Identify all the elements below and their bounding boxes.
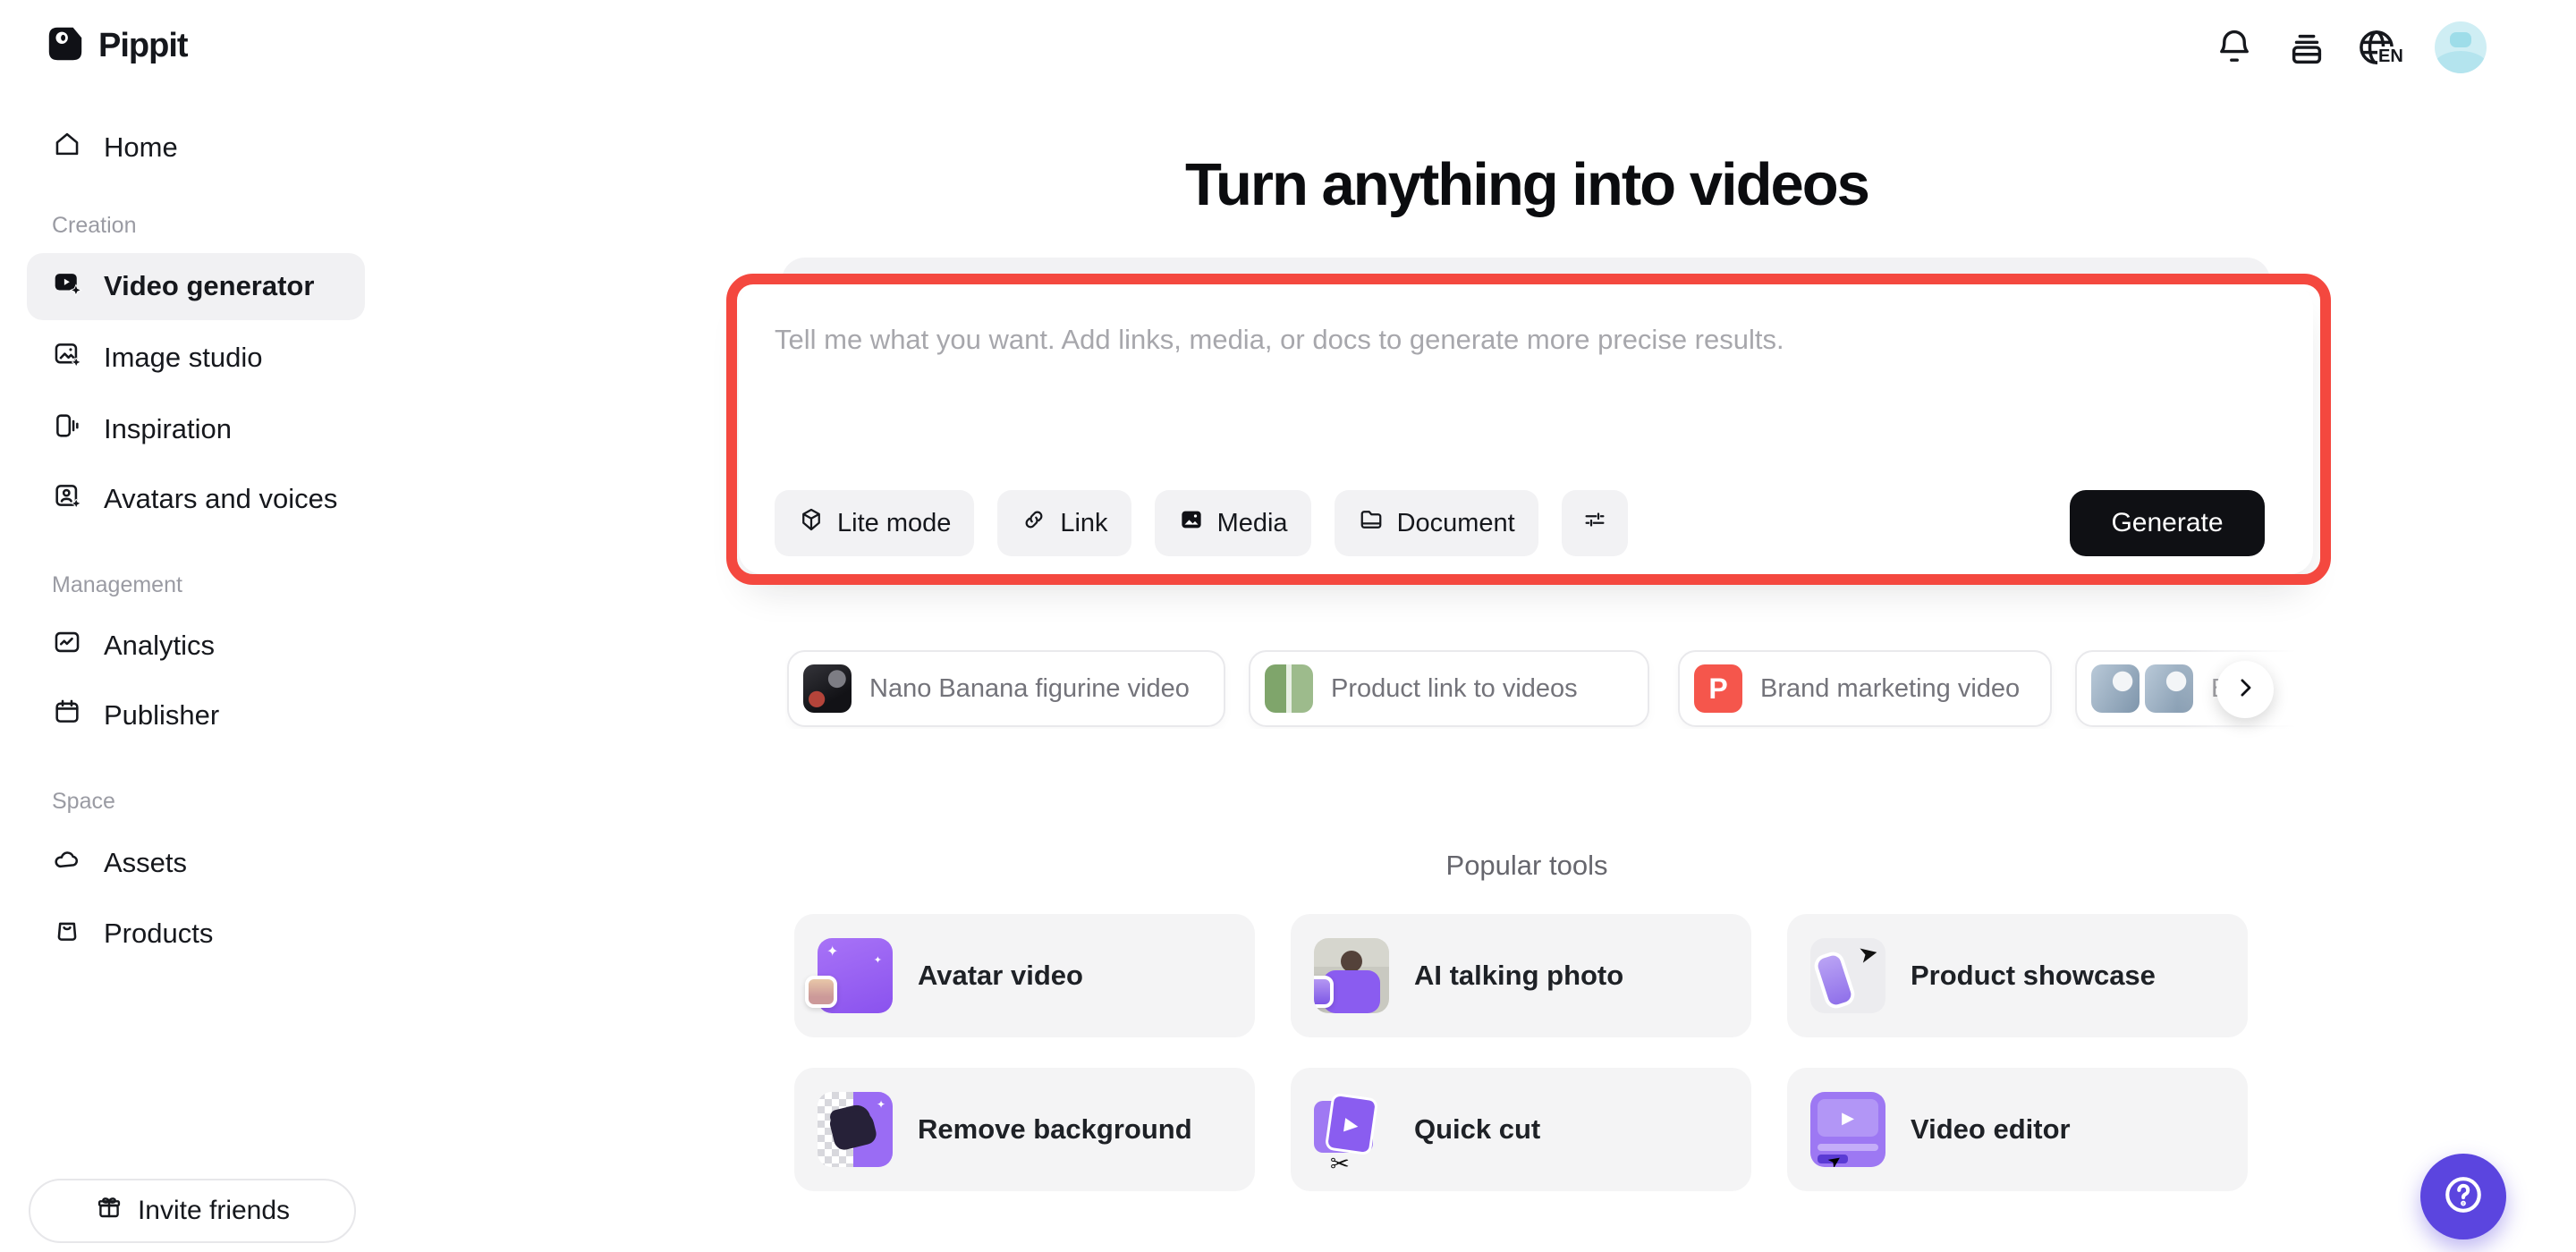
link-button[interactable]: Link bbox=[997, 490, 1131, 556]
tool-thumbnail: ➤ bbox=[1810, 938, 1885, 1013]
sidebar-item-avatars-and-voices[interactable]: Avatars and voices bbox=[52, 466, 337, 532]
tool-label: Avatar video bbox=[918, 960, 1083, 991]
prompt-input[interactable] bbox=[775, 324, 2259, 458]
app-logo[interactable]: Pippit bbox=[45, 23, 189, 69]
popular-tools-title: Popular tools bbox=[1445, 850, 1608, 881]
sidebar-section-creation: Creation bbox=[52, 213, 137, 238]
orders-tray-icon[interactable] bbox=[2286, 29, 2327, 74]
tool-thumbnail bbox=[1314, 938, 1389, 1013]
lite-mode-label: Lite mode bbox=[837, 508, 952, 537]
sidebar-item-label: Home bbox=[104, 131, 178, 163]
chip-thumbnail: P bbox=[1694, 664, 1742, 713]
tool-label: Product showcase bbox=[1911, 960, 2156, 991]
invite-friends-button[interactable]: Invite friends bbox=[29, 1179, 356, 1243]
gift-icon bbox=[95, 1193, 123, 1229]
scissors-icon: ✂ bbox=[1330, 1150, 1350, 1177]
chip-thumbnail bbox=[803, 664, 852, 713]
sidebar-item-label: Assets bbox=[104, 847, 188, 878]
assets-cloud-icon bbox=[52, 844, 82, 882]
sidebar-item-image-studio[interactable]: Image studio bbox=[52, 325, 263, 391]
sidebar-item-label: Video generator bbox=[104, 270, 315, 301]
chevron-right-icon bbox=[2232, 674, 2258, 706]
document-button[interactable]: Document bbox=[1334, 490, 1538, 556]
avatars-voices-icon bbox=[52, 480, 82, 518]
tool-thumbnail: ✦ ✦ bbox=[805, 938, 893, 1013]
tool-card-product-showcase[interactable]: ➤ Product showcase bbox=[1787, 914, 2248, 1037]
sidebar-item-label: Publisher bbox=[104, 699, 220, 731]
tool-card-quick-cut[interactable]: ▶ ✂ Quick cut bbox=[1291, 1068, 1751, 1191]
tool-label: Quick cut bbox=[1414, 1113, 1541, 1145]
sidebar-item-label: Avatars and voices bbox=[104, 483, 338, 514]
products-bag-icon bbox=[52, 915, 82, 952]
cube-icon bbox=[798, 506, 825, 540]
invite-friends-label: Invite friends bbox=[137, 1196, 291, 1225]
sidebar-item-label: Image studio bbox=[104, 342, 263, 373]
chip-label: Nano Banana figurine video bbox=[869, 673, 1190, 703]
tool-label: Video editor bbox=[1911, 1113, 2071, 1145]
chip-label: Brand marketing video bbox=[1760, 673, 2021, 703]
sidebar-section-management: Management bbox=[52, 572, 182, 597]
home-icon bbox=[52, 129, 82, 166]
pippit-logo-icon bbox=[45, 23, 86, 69]
tool-thumbnail: ✦ bbox=[818, 1092, 893, 1167]
lite-mode-button[interactable]: Lite mode bbox=[775, 490, 975, 556]
help-button[interactable] bbox=[2420, 1154, 2506, 1239]
advanced-settings-button[interactable] bbox=[1561, 490, 1628, 556]
link-icon bbox=[1021, 506, 1047, 540]
publisher-calendar-icon bbox=[52, 697, 82, 734]
sidebar-item-analytics[interactable]: Analytics bbox=[52, 613, 215, 679]
notifications-bell-icon[interactable] bbox=[2213, 25, 2256, 72]
sidebar-item-publisher[interactable]: Publisher bbox=[52, 682, 219, 749]
sidebar-section-space: Space bbox=[52, 789, 115, 814]
sidebar-item-home[interactable]: Home bbox=[52, 114, 178, 181]
media-button[interactable]: Media bbox=[1154, 490, 1311, 556]
tool-label: AI talking photo bbox=[1414, 960, 1624, 991]
video-generator-icon bbox=[52, 267, 82, 305]
link-label: Link bbox=[1060, 508, 1108, 537]
user-avatar[interactable] bbox=[2435, 21, 2487, 73]
analytics-icon bbox=[52, 627, 82, 664]
chip-label: Product link to videos bbox=[1331, 673, 1578, 703]
media-label: Media bbox=[1216, 508, 1288, 537]
document-label: Document bbox=[1396, 508, 1515, 537]
sidebar-item-assets[interactable]: Assets bbox=[52, 830, 187, 896]
sidebar-item-label: Inspiration bbox=[104, 413, 233, 444]
avatar-figure bbox=[2450, 32, 2471, 47]
suggestion-chip[interactable]: P Brand marketing video bbox=[1678, 650, 2052, 727]
tool-thumbnail: ▶ ✂ bbox=[1314, 1092, 1389, 1177]
tool-label: Remove background bbox=[918, 1113, 1192, 1145]
tool-card-avatar-video[interactable]: ✦ ✦ Avatar video bbox=[794, 914, 1255, 1037]
tool-card-ai-talking-photo[interactable]: AI talking photo bbox=[1291, 914, 1751, 1037]
sidebar-item-products[interactable]: Products bbox=[52, 901, 213, 967]
sliders-icon bbox=[1581, 506, 1608, 540]
image-studio-icon bbox=[52, 339, 82, 376]
sidebar-item-label: Analytics bbox=[104, 630, 216, 661]
app-title: Pippit bbox=[98, 27, 189, 64]
composer-card: Lite mode Link Media bbox=[739, 284, 2313, 574]
suggestion-chip[interactable]: Nano Banana figurine video bbox=[787, 650, 1225, 727]
sidebar-item-inspiration[interactable]: Inspiration bbox=[52, 396, 232, 462]
inspiration-icon bbox=[52, 410, 82, 448]
language-label: EN bbox=[2377, 47, 2404, 66]
language-globe-icon[interactable]: EN bbox=[2354, 25, 2404, 74]
page-title: Turn anything into videos bbox=[1185, 151, 1870, 218]
tool-thumbnail: ▶ ➤ bbox=[1810, 1092, 1885, 1167]
generate-button[interactable]: Generate bbox=[2070, 490, 2265, 556]
suggestion-chips-row: Nano Banana figurine video Product link … bbox=[785, 650, 2347, 729]
suggestion-chip[interactable]: Product link to videos bbox=[1249, 650, 1649, 727]
composer-toolbar: Lite mode Link Media Document bbox=[775, 490, 1628, 556]
sidebar-item-video-generator[interactable]: Video generator bbox=[27, 253, 365, 320]
curved-arrow-icon: ➤ bbox=[1856, 938, 1881, 969]
tool-card-video-editor[interactable]: ▶ ➤ Video editor bbox=[1787, 1068, 2248, 1191]
sidebar-item-label: Products bbox=[104, 918, 214, 949]
chip-thumbnail bbox=[1265, 664, 1313, 713]
media-image-icon bbox=[1178, 506, 1205, 540]
chips-next-button[interactable] bbox=[2216, 661, 2274, 718]
generate-label: Generate bbox=[2111, 508, 2224, 537]
tool-card-remove-background[interactable]: ✦ Remove background bbox=[794, 1068, 1255, 1191]
document-folder-icon bbox=[1358, 506, 1385, 540]
chip-thumbnail bbox=[2091, 664, 2140, 713]
question-mark-icon bbox=[2440, 1172, 2487, 1222]
